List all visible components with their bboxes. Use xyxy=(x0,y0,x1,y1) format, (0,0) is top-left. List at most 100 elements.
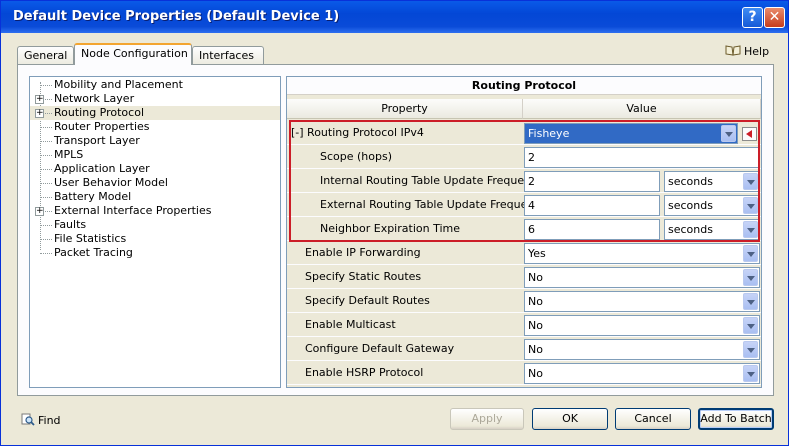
grid-header: Property Value xyxy=(287,99,761,119)
chevron-down-icon[interactable] xyxy=(743,293,758,310)
chevron-down-icon[interactable] xyxy=(743,245,758,262)
property-row: Configure Default Gateway No xyxy=(287,337,761,361)
tree-item-label: Packet Tracing xyxy=(54,246,133,259)
column-header-value[interactable]: Value xyxy=(523,99,761,119)
tree-item[interactable]: Transport Layer xyxy=(30,134,280,148)
tree-connector xyxy=(40,155,52,156)
row-separator xyxy=(287,384,761,385)
tree-item[interactable]: User Behavior Model xyxy=(30,176,280,190)
value-dropdown[interactable]: No xyxy=(524,267,760,288)
property-label[interactable]: [-] Routing Protocol IPv4 xyxy=(291,121,424,145)
unit-dropdown[interactable]: seconds xyxy=(664,219,760,240)
chevron-down-icon[interactable] xyxy=(743,341,758,358)
tree-item-label: Mobility and Placement xyxy=(54,78,183,91)
property-label: Enable Multicast xyxy=(305,318,396,331)
tree-item[interactable]: + Network Layer xyxy=(30,92,280,106)
tree-connector xyxy=(40,253,52,254)
chevron-down-icon[interactable] xyxy=(743,317,758,334)
unit-text: seconds xyxy=(668,175,713,188)
tree-item[interactable]: File Statistics xyxy=(30,232,280,246)
cancel-button[interactable]: Cancel xyxy=(615,408,691,430)
title-bar[interactable]: Default Device Properties (Default Devic… xyxy=(1,1,788,33)
tree-connector xyxy=(40,239,52,240)
expand-plus-icon[interactable]: + xyxy=(35,95,44,104)
dialog-window: Default Device Properties (Default Devic… xyxy=(0,0,789,446)
collapse-arrow-icon[interactable] xyxy=(742,127,757,141)
value-dropdown[interactable]: No xyxy=(524,291,760,312)
tree-connector xyxy=(40,141,52,142)
chevron-down-icon[interactable] xyxy=(743,221,758,238)
ok-button[interactable]: OK xyxy=(532,408,608,430)
find-button[interactable]: Find xyxy=(21,413,61,427)
property-label: Neighbor Expiration Time xyxy=(320,222,460,235)
magnifier-icon xyxy=(21,413,35,426)
tree-item-label: Routing Protocol xyxy=(54,106,144,119)
value-dropdown[interactable]: Fisheye xyxy=(524,123,738,144)
tree-connector xyxy=(40,127,52,128)
value-text: 2 xyxy=(528,175,535,188)
tree-item[interactable]: Application Layer xyxy=(30,162,280,176)
chevron-down-icon[interactable] xyxy=(743,269,758,286)
add-to-batch-button[interactable]: Add To Batch xyxy=(698,408,774,430)
chevron-down-icon[interactable] xyxy=(721,125,736,142)
question-icon[interactable]: ? xyxy=(742,7,763,28)
tree-item-label: Faults xyxy=(54,218,87,231)
close-icon[interactable]: ✕ xyxy=(764,7,785,28)
unit-dropdown[interactable]: seconds xyxy=(664,195,760,216)
value-dropdown[interactable]: No xyxy=(524,315,760,336)
grid-title: Routing Protocol xyxy=(287,77,761,95)
value-dropdown[interactable]: No xyxy=(524,339,760,360)
value-input[interactable]: 4 xyxy=(524,195,660,216)
tab-interfaces[interactable]: Interfaces xyxy=(192,46,264,65)
value-text: 4 xyxy=(528,199,535,212)
value-dropdown[interactable]: Yes xyxy=(524,243,760,264)
apply-button[interactable]: Apply xyxy=(450,408,524,430)
tree-item[interactable]: Mobility and Placement xyxy=(30,78,280,92)
value-text: Yes xyxy=(528,247,546,260)
tree-connector xyxy=(40,169,52,170)
expand-plus-icon[interactable]: + xyxy=(35,207,44,216)
column-header-property[interactable]: Property xyxy=(287,99,523,119)
chevron-down-icon[interactable] xyxy=(743,173,758,190)
expand-plus-icon[interactable]: + xyxy=(35,109,44,118)
value-input[interactable]: 2 xyxy=(524,171,660,192)
value-text: No xyxy=(528,367,543,380)
value-input[interactable]: 6 xyxy=(524,219,660,240)
value-input[interactable]: 2 xyxy=(524,147,760,168)
tree-item[interactable]: Battery Model xyxy=(30,190,280,204)
category-tree[interactable]: Mobility and Placement + Network Layer + Rou… xyxy=(29,76,281,388)
property-label: Internal Routing Table Update Frequency xyxy=(320,174,544,187)
value-dropdown[interactable]: No xyxy=(524,363,760,384)
tree-item[interactable]: + Routing Protocol xyxy=(30,106,280,120)
property-row: Scope (hops) 2 xyxy=(287,145,761,169)
tree-item[interactable]: Router Properties xyxy=(30,120,280,134)
tree-item-label: Battery Model xyxy=(54,190,132,203)
tab-node-configuration[interactable]: Node Configuration xyxy=(74,43,192,65)
property-label: Specify Default Routes xyxy=(305,294,430,307)
help-link[interactable]: Help xyxy=(725,45,769,58)
tree-item[interactable]: Packet Tracing xyxy=(30,246,280,260)
chevron-down-icon[interactable] xyxy=(743,365,758,382)
property-grid: Routing Protocol Property Value [-] Rout… xyxy=(286,76,762,388)
property-row: Enable HSRP Protocol No xyxy=(287,361,761,385)
value-text: No xyxy=(528,343,543,356)
unit-dropdown[interactable]: seconds xyxy=(664,171,760,192)
tree-item-label: MPLS xyxy=(54,148,84,161)
tree-item-label: External Interface Properties xyxy=(54,204,212,217)
value-text: Fisheye xyxy=(528,127,570,140)
tree-item[interactable]: + External Interface Properties xyxy=(30,204,280,218)
tree-item[interactable]: MPLS xyxy=(30,148,280,162)
window-title: Default Device Properties (Default Devic… xyxy=(13,9,340,24)
chevron-down-icon[interactable] xyxy=(743,197,758,214)
tab-general[interactable]: General xyxy=(17,46,74,65)
value-text: No xyxy=(528,295,543,308)
value-text: 2 xyxy=(528,151,535,164)
property-label: Configure Default Gateway xyxy=(305,342,455,355)
property-label: Scope (hops) xyxy=(320,150,393,163)
tree-connector xyxy=(40,85,52,86)
property-row: External Routing Table Update Frequency 4… xyxy=(287,193,761,217)
tree-connector xyxy=(40,225,52,226)
tree-item[interactable]: Faults xyxy=(30,218,280,232)
property-label: Enable HSRP Protocol xyxy=(305,366,424,379)
tab-panel: Mobility and Placement + Network Layer + Rou… xyxy=(17,64,774,396)
